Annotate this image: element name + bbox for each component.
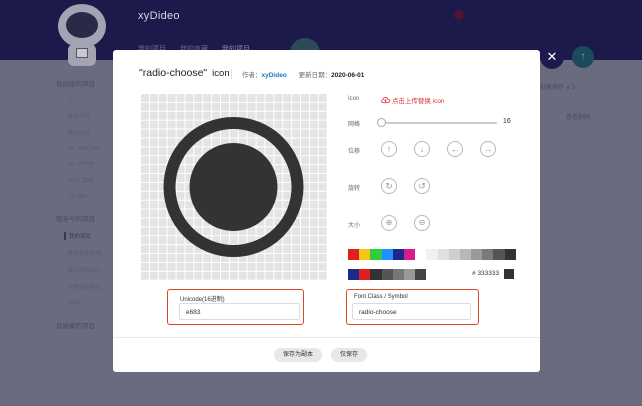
notification-dot (454, 10, 464, 20)
zoom-out-icon[interactable]: ⊖ (414, 215, 430, 231)
color-palette-row-1 (348, 249, 516, 260)
view-deleted[interactable]: 查看删除 (566, 112, 590, 121)
author-link[interactable]: xyDideo (262, 72, 287, 79)
move-left-icon[interactable]: ← (447, 141, 463, 157)
font-class-input[interactable]: radio-choose (352, 303, 471, 320)
grid-slider-track[interactable] (381, 122, 497, 124)
color-swatch[interactable] (415, 269, 427, 280)
upload-icon[interactable]: ↑ (572, 46, 594, 68)
icon-meta: 作者：xyDideo 更新日期：2020-06-01 (231, 69, 364, 79)
icon-name: "radio-choose" (139, 67, 208, 79)
unicode-input[interactable]: e683 (179, 303, 300, 320)
color-swatch[interactable] (504, 249, 516, 260)
color-swatch[interactable] (392, 249, 404, 260)
size-label: 大小 (348, 223, 361, 229)
color-swatch[interactable] (381, 269, 393, 280)
modal-footer-divider (113, 337, 540, 338)
font-class-label: Font Class / Symbol (354, 294, 408, 300)
color-swatch[interactable] (415, 249, 427, 260)
color-swatch[interactable] (348, 249, 360, 260)
cloud-upload-icon (381, 97, 391, 104)
save-as-copy-button[interactable]: 保存为副本 (274, 348, 322, 362)
hex-color-field[interactable]: # 333333 (472, 270, 499, 277)
color-palette-row-2 (348, 269, 427, 280)
color-swatch[interactable] (403, 269, 416, 280)
icon-preview-canvas (140, 93, 327, 280)
radio-choose-icon (163, 117, 304, 257)
color-swatch[interactable] (471, 249, 483, 260)
color-swatch[interactable] (426, 249, 438, 260)
app-logo[interactable]: xyDideo (138, 10, 180, 22)
close-icon[interactable]: ✕ (540, 45, 564, 69)
color-swatch[interactable] (370, 249, 382, 260)
color-swatch[interactable] (381, 249, 393, 260)
batch-action[interactable]: 批量操作 ∨ 3 (540, 82, 575, 91)
date-label: 更新日期： (298, 72, 332, 79)
save-only-button[interactable]: 仅保存 (331, 348, 367, 362)
hex-prefix: # (472, 270, 476, 277)
color-swatch[interactable] (482, 249, 494, 260)
color-swatch[interactable] (348, 269, 360, 280)
icon-edit-modal: "radio-choose" icon 作者：xyDideo 更新日期：2020-… (113, 50, 540, 372)
color-swatch[interactable] (359, 249, 371, 260)
move-right-icon[interactable]: → (480, 141, 496, 157)
icon-word: icon (212, 68, 230, 79)
astronaut-logo-icon (56, 4, 108, 66)
rotate-counterclockwise-icon[interactable]: ↺ (414, 178, 430, 194)
upload-text: 点击上传替换 icon (391, 98, 445, 105)
position-label: 位移 (348, 149, 361, 155)
rotate-clockwise-icon[interactable]: ↻ (381, 178, 397, 194)
zoom-in-icon[interactable]: ⊕ (381, 215, 397, 231)
hex-value: 333333 (477, 270, 500, 277)
color-swatch[interactable] (493, 249, 505, 260)
upload-replace-link[interactable]: 点击上传替换 icon (381, 95, 445, 105)
icon-label: Icon (348, 96, 360, 102)
color-swatch[interactable] (403, 249, 416, 260)
grid-value: 16 (503, 118, 511, 125)
rotate-label: 旋转 (348, 186, 361, 192)
current-color-swatch[interactable] (504, 269, 514, 279)
update-date: 2020-06-01 (331, 72, 365, 79)
move-down-icon[interactable]: ↓ (414, 141, 430, 157)
color-swatch[interactable] (459, 249, 472, 260)
grid-label: 网格 (348, 122, 361, 128)
color-swatch[interactable] (392, 269, 404, 280)
unicode-label: Unicode(16进制) (180, 297, 225, 303)
color-swatch[interactable] (437, 249, 449, 260)
modal-title: "radio-choose" icon (139, 67, 230, 79)
move-up-icon[interactable]: ↑ (381, 141, 397, 157)
color-swatch[interactable] (448, 249, 460, 260)
grid-slider-thumb[interactable] (377, 118, 386, 127)
color-swatch[interactable] (370, 269, 382, 280)
author-label: 作者： (242, 72, 262, 79)
color-swatch[interactable] (359, 269, 371, 280)
